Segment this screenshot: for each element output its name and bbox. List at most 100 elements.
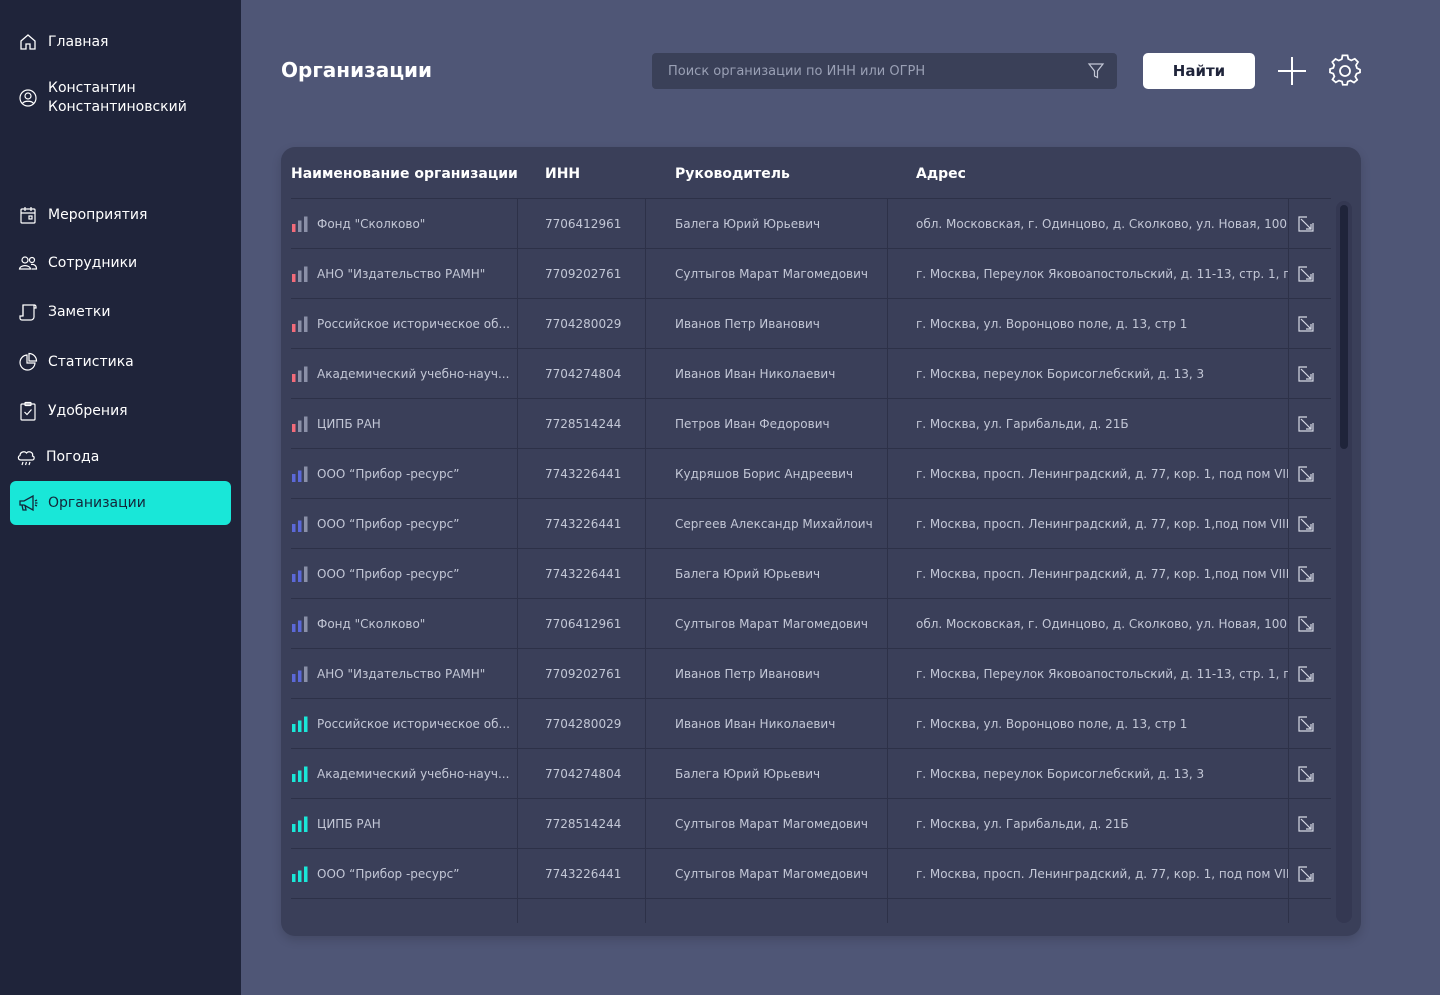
table-body: Фонд "Сколково" 7706412961 Балега Юрий Ю… [291,198,1331,923]
organization-name: ООО “Прибор -ресурс” [317,517,460,531]
open-edit-icon[interactable] [1297,715,1315,733]
cell-head: Иванов Иван Николаевич [675,349,893,399]
cell-head: Балега Юрий Юрьевич [675,549,893,599]
find-button[interactable]: Найти [1143,53,1255,89]
cell-address: г. Москва, Переулок Яковоапостольский, д… [916,649,1288,699]
table-row[interactable]: Академический учебно-науч... 7704274804 … [291,348,1331,398]
table-row[interactable]: Российское историческое об... 7704280029… [291,698,1331,748]
table-row[interactable]: ООО “Прибор -ресурс” 7743226441 Султыгов… [291,848,1331,898]
open-edit-icon[interactable] [1297,265,1315,283]
sidebar-item-profile[interactable]: Константин Константиновский [10,78,231,118]
filter-icon[interactable] [1087,62,1105,80]
open-edit-icon[interactable] [1297,365,1315,383]
open-edit-icon[interactable] [1297,515,1315,533]
table-row[interactable]: Российское историческое об... 7704280029… [291,298,1331,348]
cell-inn: 7743226441 [545,549,655,599]
sidebar-item-notes[interactable]: Заметки [10,300,231,324]
open-edit-icon[interactable] [1297,465,1315,483]
search-input[interactable] [652,63,1087,79]
table-row[interactable]: ЦИПБ РАН 7728514244 Султыгов Марат Магом… [291,798,1331,848]
sidebar-item-employees[interactable]: Сотрудники [10,251,231,275]
cell-head: Кудряшов Борис Андреевич [675,449,893,499]
cell-action [1297,849,1317,899]
column-header-address[interactable]: Адрес [916,166,966,182]
organization-address: г. Москва, переулок Борисоглебский, д. 1… [916,367,1205,381]
table-row[interactable]: ООО “Прибор -ресурс” 7743226441 Балега Ю… [291,548,1331,598]
cell-address: г. Москва, Переулок Яковоапостольский, д… [916,249,1288,299]
open-edit-icon[interactable] [1297,615,1315,633]
gear-icon[interactable] [1328,54,1362,88]
scrollbar[interactable] [1336,201,1352,923]
open-edit-icon[interactable] [1297,315,1315,333]
table-row[interactable]: ЦИПБ РАН 7728514244 Петров Иван Федорови… [291,398,1331,448]
organization-name: Академический учебно-науч... [317,367,510,381]
sidebar-item-label: Мероприятия [48,207,148,223]
organizations-table: Наименование организации ИНН Руководител… [281,147,1361,936]
column-header-head[interactable]: Руководитель [675,166,790,182]
sidebar-item-statistics[interactable]: Статистика [10,350,231,374]
table-row[interactable]: Фонд "Сколково" 7706412961 Балега Юрий Ю… [291,198,1331,248]
organization-name: АНО "Издательство РАМН" [317,267,486,281]
table-row-empty [291,898,1331,923]
organization-inn: 7709202761 [545,667,622,681]
cell-address: г. Москва, просп. Ленинградский, д. 77, … [916,849,1288,899]
cell-address: обл. Московская, г. Одинцово, д. Сколков… [916,599,1288,649]
table-row[interactable]: Фонд "Сколково" 7706412961 Султыгов Мара… [291,598,1331,648]
organization-head: Балега Юрий Юрьевич [675,567,821,581]
cell-name: ЦИПБ РАН [291,399,517,449]
sidebar-item-label: Сотрудники [48,255,138,271]
cell-action [1297,499,1317,549]
cell-inn: 7704274804 [545,349,655,399]
cell-action [1297,199,1317,249]
organization-inn: 7709202761 [545,267,622,281]
organization-name: Российское историческое об... [317,717,510,731]
organization-name: ООО “Прибор -ресурс” [317,567,460,581]
cell-action [1297,549,1317,599]
open-edit-icon[interactable] [1297,565,1315,583]
cell-action [1297,249,1317,299]
cell-action [1297,449,1317,499]
table-row[interactable]: ООО “Прибор -ресурс” 7743226441 Сергеев … [291,498,1331,548]
organization-address: г. Москва, ул. Гарибальди, д. 21Б [916,817,1129,831]
rating-bars-icon [292,566,308,582]
rating-bars-icon [292,516,308,532]
cell-action [1297,699,1317,749]
rating-bars-icon [292,716,308,732]
open-edit-icon[interactable] [1297,865,1315,883]
cell-name: Академический учебно-науч... [291,749,517,799]
organization-address: г. Москва, просп. Ленинградский, д. 77, … [916,467,1288,481]
cell-inn: 7743226441 [545,849,655,899]
cell-address: г. Москва, ул. Воронцово поле, д. 13, ст… [916,299,1288,349]
cell-name: АНО "Издательство РАМН" [291,649,517,699]
cell-action [1297,599,1317,649]
table-row[interactable]: АНО "Издательство РАМН" 7709202761 Султы… [291,248,1331,298]
add-organization-icon[interactable] [1276,55,1308,87]
cell-name: ООО “Прибор -ресурс” [291,849,517,899]
cell-inn: 7743226441 [545,499,655,549]
open-edit-icon[interactable] [1297,665,1315,683]
sidebar-item-fertilizers[interactable]: Удобрения [10,399,231,423]
table-row[interactable]: АНО "Издательство РАМН" 7709202761 Ивано… [291,648,1331,698]
cell-inn: 7709202761 [545,649,655,699]
table-row[interactable]: ООО “Прибор -ресурс” 7743226441 Кудряшов… [291,448,1331,498]
cell-name: Российское историческое об... [291,699,517,749]
cell-name: ООО “Прибор -ресурс” [291,549,517,599]
organization-inn: 7704280029 [545,317,622,331]
open-edit-icon[interactable] [1297,815,1315,833]
organization-inn: 7743226441 [545,567,622,581]
cell-address: г. Москва, переулок Борисоглебский, д. 1… [916,349,1288,399]
cell-name: Фонд "Сколково" [291,199,517,249]
open-edit-icon[interactable] [1297,415,1315,433]
scrollbar-thumb[interactable] [1340,205,1348,449]
open-edit-icon[interactable] [1297,765,1315,783]
table-row[interactable]: Академический учебно-науч... 7704274804 … [291,748,1331,798]
sidebar-item-home[interactable]: Главная [10,30,231,54]
sidebar-item-weather[interactable]: Погода [8,445,229,469]
sidebar-item-organizations[interactable]: Организации [10,481,231,525]
column-header-inn[interactable]: ИНН [545,166,580,182]
sidebar-item-events[interactable]: Мероприятия [10,203,231,227]
cell-address: обл. Московская, г. Одинцово, д. Сколков… [916,199,1288,249]
open-edit-icon[interactable] [1297,215,1315,233]
rating-bars-icon [292,266,308,282]
column-header-name[interactable]: Наименование организации [291,166,518,182]
